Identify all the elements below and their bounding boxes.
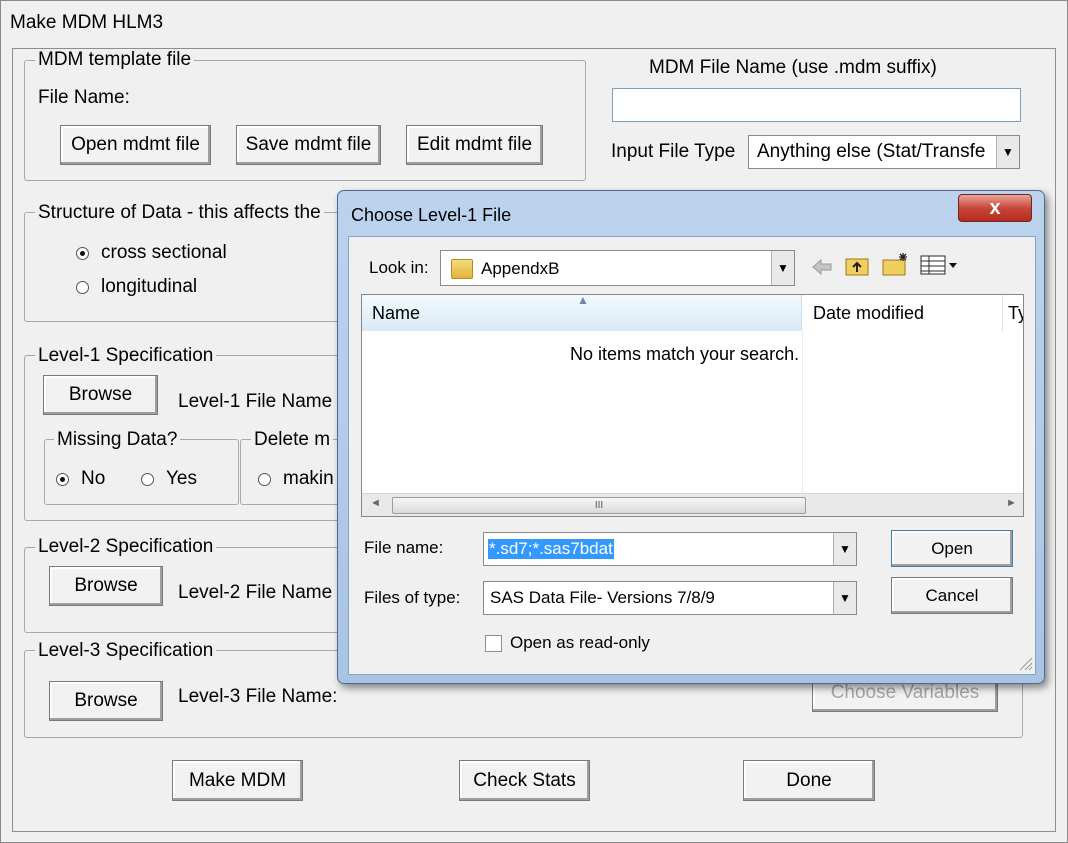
- look-in-select[interactable]: AppendxB ▼: [440, 250, 795, 286]
- column-type-label: Ty: [1008, 303, 1023, 323]
- back-arrow-icon[interactable]: [810, 256, 834, 278]
- missing-data-legend: Missing Data?: [54, 430, 181, 450]
- level1-file-name-label: Level-1 File Name: [178, 391, 333, 412]
- read-only-checkbox[interactable]: [485, 635, 502, 652]
- level3-browse-button[interactable]: Browse: [49, 681, 163, 721]
- look-in-label: Look in:: [369, 258, 429, 277]
- level3-file-name-label: Level-3 File Name:: [178, 686, 338, 707]
- column-divider: [802, 331, 803, 493]
- chevron-down-icon[interactable]: ▼: [833, 533, 856, 565]
- file-name-label: File name:: [364, 538, 444, 557]
- column-date-label: Date modified: [813, 303, 925, 323]
- input-file-type-label: Input File Type: [611, 141, 736, 162]
- column-date-modified[interactable]: Date modified: [803, 295, 1003, 331]
- edit-mdmt-button[interactable]: Edit mdmt file: [406, 125, 543, 165]
- mdm-template-legend: MDM template file: [35, 50, 195, 70]
- missing-no-label: No: [81, 468, 106, 489]
- scroll-left-icon[interactable]: ◄: [370, 497, 381, 509]
- up-folder-icon[interactable]: [844, 253, 870, 277]
- missing-yes-label: Yes: [166, 468, 197, 489]
- folder-icon: [451, 259, 473, 279]
- longitudinal-label: longitudinal: [101, 276, 198, 297]
- file-name-input[interactable]: *.sd7;*.sas7bdat ▼: [483, 532, 857, 566]
- make-mdm-button[interactable]: Make MDM: [172, 760, 303, 801]
- view-menu-icon[interactable]: [919, 253, 961, 277]
- chevron-down-icon[interactable]: ▼: [996, 136, 1019, 168]
- missing-yes-radio[interactable]: [141, 473, 154, 486]
- dialog-body: Look in: AppendxB ▼ Name ▲ Date modified…: [348, 236, 1036, 675]
- missing-no-radio[interactable]: [56, 473, 69, 486]
- structure-legend: Structure of Data - this affects the: [35, 203, 324, 223]
- read-only-label: Open as read-only: [510, 633, 650, 652]
- input-file-type-value: Anything else (Stat/Transfe: [757, 141, 986, 162]
- level1-browse-button[interactable]: Browse: [43, 375, 158, 415]
- done-button[interactable]: Done: [743, 760, 875, 801]
- window-title: Make MDM HLM3: [10, 12, 164, 33]
- delete-option-label: makin: [283, 468, 334, 489]
- horizontal-scrollbar[interactable]: ◄ III ►: [362, 493, 1023, 516]
- column-name[interactable]: Name ▲: [362, 293, 802, 331]
- level2-file-name-label: Level-2 File Name: [178, 582, 333, 603]
- chevron-down-icon[interactable]: ▼: [771, 251, 794, 285]
- scroll-right-icon[interactable]: ►: [1006, 497, 1017, 509]
- delete-option-radio[interactable]: [258, 473, 271, 486]
- close-icon: x: [989, 197, 1001, 219]
- scroll-grip: III: [594, 500, 604, 511]
- open-button[interactable]: Open: [891, 530, 1013, 567]
- cross-sectional-radio[interactable]: [76, 247, 89, 260]
- structure-group: [24, 212, 356, 322]
- close-button[interactable]: x: [958, 194, 1032, 222]
- save-mdmt-button[interactable]: Save mdmt file: [236, 125, 381, 165]
- cross-sectional-label: cross sectional: [101, 242, 227, 263]
- cancel-button[interactable]: Cancel: [891, 577, 1013, 614]
- level2-legend: Level-2 Specification: [35, 537, 217, 557]
- input-file-type-select[interactable]: Anything else (Stat/Transfe ▼: [748, 135, 1020, 169]
- level1-legend: Level-1 Specification: [35, 346, 217, 366]
- column-name-label: Name: [372, 303, 421, 323]
- dialog-title: Choose Level-1 File: [351, 205, 512, 225]
- mdm-file-name-label: MDM File Name (use .mdm suffix): [649, 57, 937, 78]
- longitudinal-radio[interactable]: [76, 281, 89, 294]
- files-of-type-label: Files of type:: [364, 588, 461, 607]
- template-file-name-label: File Name:: [38, 87, 130, 108]
- files-of-type-value: SAS Data File- Versions 7/8/9: [490, 588, 715, 607]
- file-name-value: *.sd7;*.sas7bdat: [488, 539, 614, 559]
- look-in-value: AppendxB: [481, 259, 560, 278]
- resize-grip-icon[interactable]: [1017, 655, 1033, 671]
- level3-legend: Level-3 Specification: [35, 641, 217, 661]
- choose-file-dialog: Choose Level-1 File x Look in: AppendxB …: [337, 190, 1045, 684]
- check-stats-button[interactable]: Check Stats: [459, 760, 590, 801]
- chevron-down-icon[interactable]: ▼: [833, 582, 856, 614]
- file-list[interactable]: Name ▲ Date modified Ty No items match y…: [361, 293, 1024, 517]
- delete-missing-legend: Delete m: [251, 430, 334, 450]
- level2-browse-button[interactable]: Browse: [49, 566, 163, 606]
- open-mdmt-button[interactable]: Open mdmt file: [60, 125, 211, 165]
- new-folder-icon[interactable]: [881, 251, 911, 277]
- files-of-type-select[interactable]: SAS Data File- Versions 7/8/9 ▼: [483, 581, 857, 615]
- sort-up-icon: ▲: [577, 293, 589, 307]
- column-type[interactable]: Ty: [1004, 295, 1023, 331]
- mdm-file-name-input[interactable]: [612, 88, 1021, 122]
- scroll-thumb[interactable]: III: [392, 497, 806, 514]
- empty-message: No items match your search.: [570, 344, 800, 364]
